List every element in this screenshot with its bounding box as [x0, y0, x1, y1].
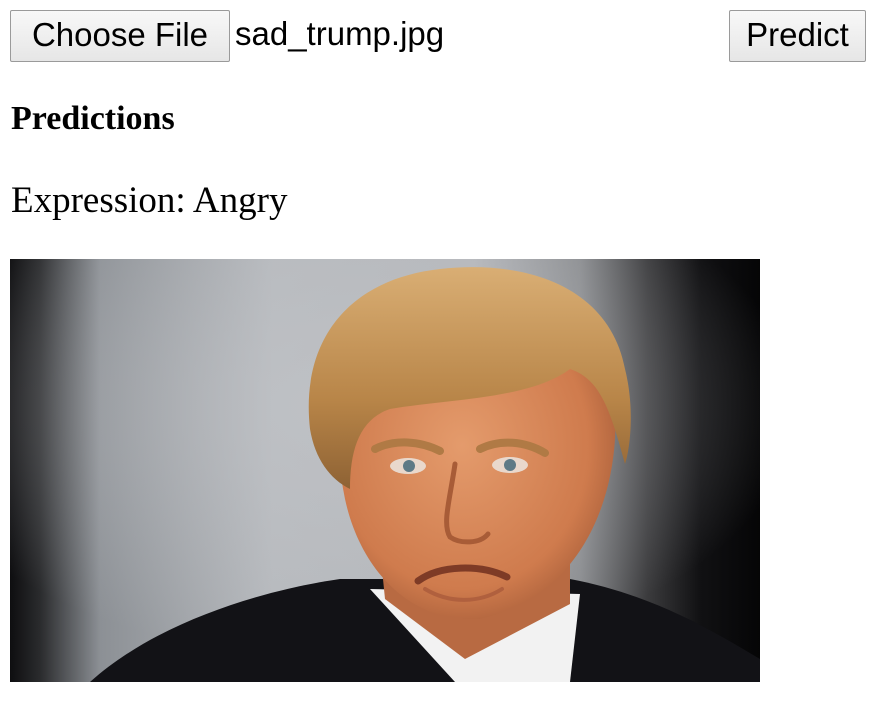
choose-file-button[interactable]: Choose File: [10, 10, 230, 62]
predict-button[interactable]: Predict: [729, 10, 866, 62]
portrait-illustration: [10, 259, 760, 682]
uploaded-photo: [10, 259, 760, 682]
file-input-row: Choose File sad_trump.jpg: [10, 10, 444, 62]
selected-file-name: sad_trump.jpg: [235, 15, 445, 52]
expression-result: Expression: Angry: [11, 180, 288, 221]
predictions-heading: Predictions: [11, 100, 175, 137]
